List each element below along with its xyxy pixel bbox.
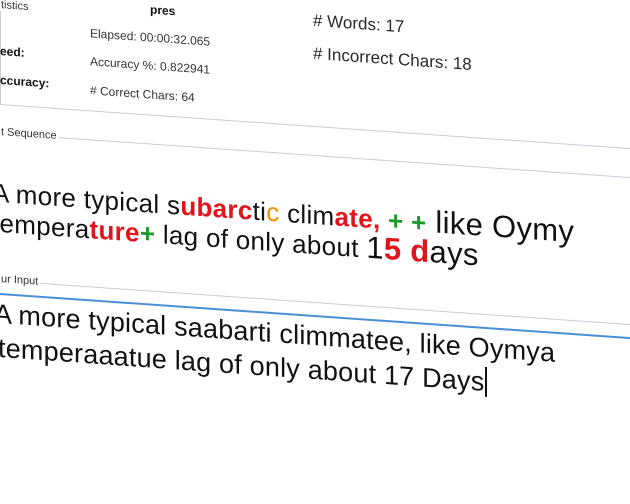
seq-error-text: d xyxy=(410,232,430,270)
correct-chars-value: # Correct Chars: 64 xyxy=(90,83,195,105)
text-caret xyxy=(485,366,488,398)
seq-correct-text xyxy=(401,232,410,268)
accuracy-label: ccuracy: xyxy=(0,73,50,91)
elapsed-value: Elapsed: 00:00:32.065 xyxy=(90,26,211,49)
speed-label: eed: xyxy=(0,44,25,60)
seq-error-text: ture xyxy=(89,214,140,248)
stats-top-fragment: pres xyxy=(150,2,176,19)
statistics-group-title: tistics xyxy=(0,0,31,14)
typing-trainer-window: tistics pres eed: ccuracy: Elapsed: 00:0… xyxy=(0,0,630,503)
incorrect-chars-value: # Incorrect Chars: 18 xyxy=(313,43,472,74)
sequence-group-top-border xyxy=(0,133,630,179)
words-count-value: # Words: 17 xyxy=(313,10,405,37)
seq-correct-text: 1 xyxy=(366,229,384,266)
input-group-title: ur Input xyxy=(0,272,41,288)
sequence-group-title: t Sequence xyxy=(0,125,59,143)
seq-missing-marker: + xyxy=(139,217,156,249)
statistics-group-bottom-border xyxy=(0,104,630,150)
seq-correct-text: ays xyxy=(429,234,479,273)
accuracy-percent-value: Accuracy %: 0.822941 xyxy=(90,54,211,77)
seq-error-text: 5 xyxy=(383,230,402,268)
typing-input-box[interactable]: A more typical saabarti climmatee, like … xyxy=(0,292,630,491)
seq-correct-text: tempera xyxy=(0,207,90,245)
